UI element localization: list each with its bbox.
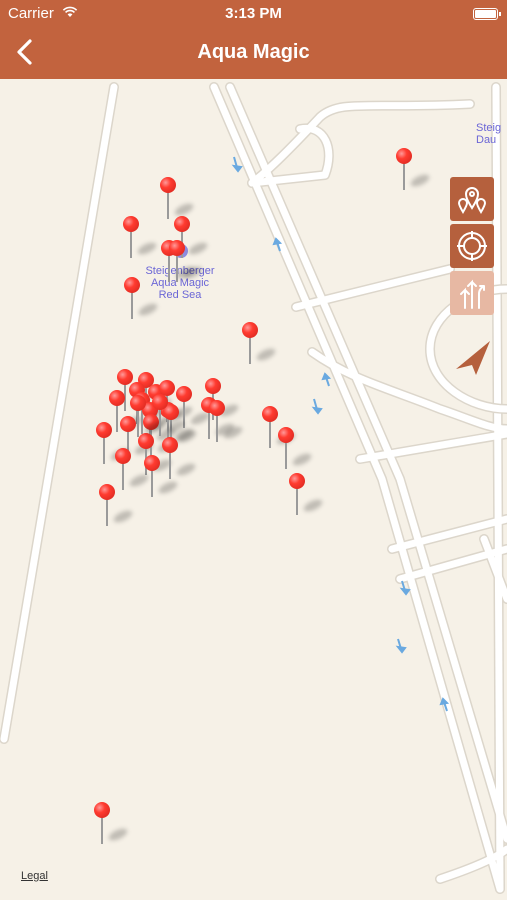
poi-label-line: Steig xyxy=(476,122,502,134)
pin-head xyxy=(278,427,294,443)
pin-head xyxy=(99,484,115,500)
pin-head xyxy=(242,322,258,338)
location-arrow-icon[interactable] xyxy=(452,337,494,379)
pin-shadow xyxy=(409,172,431,189)
map-pin[interactable] xyxy=(396,148,436,203)
map-pin[interactable] xyxy=(124,277,164,332)
map-view[interactable]: Steigenberger Aqua Magic Red Sea Steig D… xyxy=(0,79,507,900)
pin-head xyxy=(115,448,131,464)
pin-head xyxy=(209,400,225,416)
clock: 3:13 PM xyxy=(225,5,282,22)
pin-head xyxy=(160,177,176,193)
map-pin[interactable] xyxy=(209,400,249,455)
pin-head xyxy=(174,216,190,232)
page-title: Aqua Magic xyxy=(197,41,310,63)
pin-head xyxy=(109,390,125,406)
pin-shadow xyxy=(157,479,179,496)
map-pin[interactable] xyxy=(169,240,209,295)
map-pin[interactable] xyxy=(242,322,282,377)
poi-label-edge[interactable]: Steig Dau xyxy=(476,122,501,146)
road-arrows-icon xyxy=(460,279,485,309)
poi-label-line: Dau xyxy=(476,134,497,146)
legal-link[interactable]: Legal xyxy=(21,870,48,882)
pin-shadow xyxy=(136,240,158,257)
pin-shadow xyxy=(291,451,313,468)
pin-shadow xyxy=(302,497,324,514)
status-bar: Carrier 3:13 PM xyxy=(0,0,507,28)
pin-shadow xyxy=(182,264,204,281)
pin-head xyxy=(289,473,305,489)
pin-head xyxy=(144,455,160,471)
map-pin[interactable] xyxy=(99,484,139,539)
top-bar: Carrier 3:13 PM Aqua Magic xyxy=(0,0,507,79)
pin-head xyxy=(124,277,140,293)
locate-me-button[interactable] xyxy=(450,224,494,268)
pin-head xyxy=(94,802,110,818)
map-pin[interactable] xyxy=(94,802,134,857)
pin-head xyxy=(152,394,168,410)
map-pins-icon xyxy=(457,187,487,214)
pin-shadow xyxy=(165,418,187,435)
map-pin[interactable] xyxy=(152,394,192,449)
map-pin[interactable] xyxy=(123,216,163,271)
pin-head xyxy=(262,406,278,422)
nearby-pins-button[interactable] xyxy=(450,177,494,221)
pin-head xyxy=(96,422,112,438)
pin-shadow xyxy=(255,346,277,363)
crosshair-icon xyxy=(457,231,487,261)
pin-head xyxy=(130,395,146,411)
pin-shadow xyxy=(137,301,159,318)
pin-shadow xyxy=(222,424,244,441)
battery-icon xyxy=(473,8,501,20)
pin-head xyxy=(396,148,412,164)
pin-shadow xyxy=(112,508,134,525)
route-button[interactable] xyxy=(450,271,494,315)
pin-head xyxy=(123,216,139,232)
map-pin[interactable] xyxy=(144,455,184,510)
pin-head xyxy=(169,240,185,256)
map-pin[interactable] xyxy=(289,473,329,528)
pin-shadow xyxy=(107,826,129,843)
